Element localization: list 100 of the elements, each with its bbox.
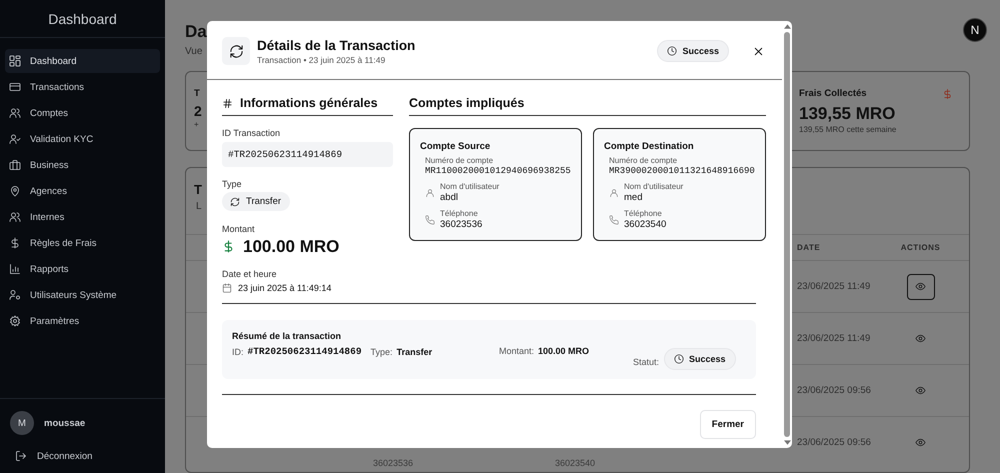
phone-number: 36023536	[440, 219, 482, 230]
summary-title: Résumé de la transaction	[232, 331, 342, 341]
caret-up-icon[interactable]	[784, 24, 790, 29]
dollar-icon	[942, 88, 953, 100]
field-label: Téléphone	[440, 209, 479, 218]
settings-icon	[9, 315, 21, 327]
field-label: Téléphone	[624, 209, 663, 218]
calendar-icon	[222, 282, 232, 292]
field-label: Nom d'utilisateur	[624, 182, 684, 191]
stat-title: T	[194, 88, 200, 99]
status-badge: Success	[657, 40, 729, 62]
dollar-icon	[9, 237, 21, 249]
field-value: Transfer	[396, 346, 432, 356]
account-number: MR3900020001011321648916690	[609, 166, 756, 176]
stat-value: 2	[194, 103, 202, 119]
user-icon	[425, 188, 435, 198]
username: med	[624, 192, 644, 203]
user-avatar[interactable]: N	[963, 18, 987, 42]
eye-icon	[915, 437, 926, 448]
map-pin-icon	[9, 185, 21, 197]
close-button[interactable]: Fermer	[700, 410, 756, 439]
amount: 100.00 MRO	[243, 236, 340, 256]
eye-icon	[915, 281, 926, 292]
sidebar-item[interactable]: Paramètres	[5, 309, 160, 333]
sidebar-item[interactable]: Dashboard	[5, 49, 160, 73]
users-icon	[9, 211, 21, 223]
field-label: Montant	[222, 224, 256, 234]
date-time: 23 juin 2025 à 11:49:14	[238, 282, 332, 292]
table-title: T	[194, 182, 202, 197]
username: abdl	[440, 192, 459, 203]
table-cell-text: 23/06/2025 09:56	[797, 437, 872, 448]
sidebar-title: Dashboard	[0, 0, 165, 38]
page-title: Da	[185, 22, 207, 42]
grid-icon	[9, 55, 21, 67]
table-cell: 36023536	[373, 458, 414, 468]
sidebar-item[interactable]: Utilisateurs Système	[5, 283, 160, 307]
sidebar-item[interactable]: Business	[5, 153, 160, 177]
field-label: Statut:	[633, 357, 660, 367]
user-avatar: M	[10, 411, 34, 435]
dialog-title: Détails de la Transaction	[257, 38, 416, 52]
column-header: ACTIONS	[900, 243, 940, 252]
table-cell-text: 23/06/2025 11:49	[797, 333, 872, 344]
view-button[interactable]	[906, 274, 934, 300]
stat-title: Frais Collectés	[799, 88, 867, 100]
logout-button[interactable]: Déconnexion	[10, 449, 155, 463]
page-subtitle: Vue	[185, 46, 204, 57]
user-icon	[609, 188, 619, 198]
sidebar-item[interactable]: Comptes	[5, 101, 160, 125]
sidebar-item[interactable]: Agences	[5, 179, 160, 203]
card-icon	[9, 81, 21, 93]
field-label: Numéro de compte	[425, 156, 494, 165]
account-title: Compte Destination	[604, 141, 695, 152]
field-label: Nom d'utilisateur	[440, 182, 500, 191]
dollar-icon	[222, 238, 235, 255]
section-heading: Informations générales	[240, 96, 378, 110]
sidebar-item[interactable]: Transactions	[5, 75, 160, 99]
clock-icon	[667, 46, 678, 56]
phone-icon	[609, 214, 619, 224]
briefcase-icon	[9, 159, 21, 171]
field-label: Numéro de compte	[609, 156, 678, 165]
transaction-id: #TR20250623114914869	[222, 142, 393, 167]
field-label: ID:	[232, 346, 244, 356]
user-icon	[9, 289, 21, 301]
stat-value: 139,55 MRO	[799, 104, 896, 124]
eye-icon	[915, 385, 926, 396]
sidebar-item[interactable]: Règles de Frais	[5, 231, 160, 255]
stat-note: 139,55 MRO cette semaine	[799, 125, 896, 134]
field-label: Type:	[370, 346, 393, 356]
field-value: 100.00 MRO	[538, 346, 590, 356]
table-cell-text: 23/06/2025 11:49	[797, 281, 872, 292]
sidebar-item[interactable]: Rapports	[5, 257, 160, 281]
section-heading: Comptes impliqués	[409, 96, 524, 110]
status-badge: Success	[664, 348, 736, 370]
dialog-subtitle: Transaction • 23 juin 2025 à 11:49	[257, 54, 386, 64]
transaction-id: #TR20250623114914869	[248, 346, 362, 357]
user-name: moussae	[44, 418, 86, 428]
account-title: Compte Source	[420, 141, 492, 152]
field-label: Montant:	[499, 346, 534, 356]
stat-note: +	[194, 120, 199, 129]
logout-icon	[15, 450, 27, 462]
sidebar-item[interactable]: Internes	[5, 205, 160, 229]
bar-chart-icon	[9, 263, 21, 275]
sidebar-item[interactable]: Validation KYC	[5, 127, 160, 151]
clock-icon	[674, 354, 684, 364]
caret-down-icon[interactable]	[784, 440, 790, 445]
refresh-icon	[222, 37, 250, 65]
account-number: MR1100020001012940696938255	[425, 166, 572, 176]
table-subtitle: L	[196, 201, 202, 212]
table-cell-text: 23/06/2025 09:56	[797, 385, 872, 396]
user-check-icon	[9, 133, 21, 145]
eye-icon	[915, 333, 926, 344]
column-header: DATE	[797, 243, 822, 252]
scrollbar-thumb[interactable]	[784, 32, 790, 437]
field-label: ID Transaction	[222, 128, 282, 138]
hash-icon	[222, 98, 233, 108]
phone-icon	[425, 214, 435, 224]
field-label: Type	[222, 179, 243, 189]
refresh-icon	[230, 196, 240, 206]
close-icon	[752, 46, 764, 56]
type-badge: Transfer	[222, 192, 290, 211]
